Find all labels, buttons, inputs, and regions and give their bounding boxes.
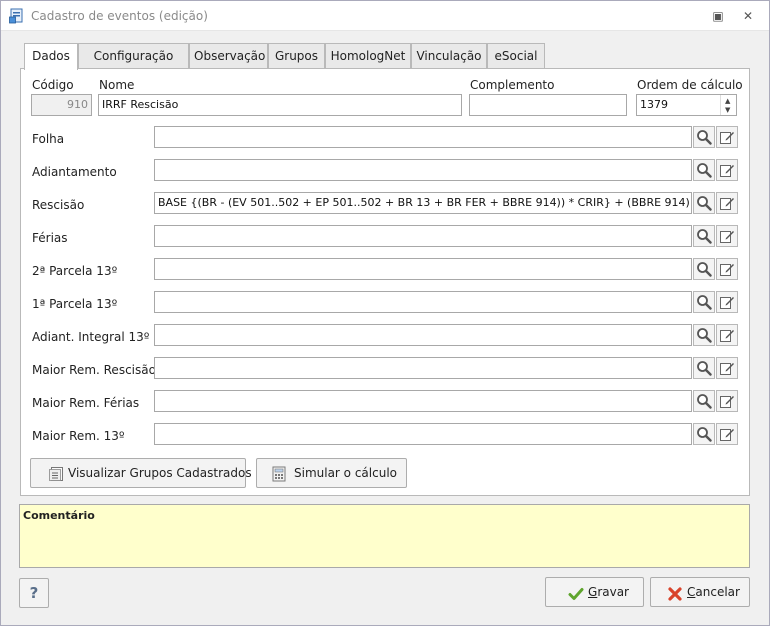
app-icon [9, 8, 23, 24]
spin-down-icon[interactable]: ▼ [725, 106, 730, 114]
tab-homolognet[interactable]: HomologNet [325, 43, 411, 69]
maior-rem-ferias-edit-icon[interactable] [716, 390, 738, 412]
comment-title: Comentário [23, 509, 95, 522]
gravar-label: Gravar [588, 585, 629, 599]
codigo-field: 910 [31, 94, 92, 116]
adiantamento-edit-icon[interactable] [716, 159, 738, 181]
rescisao-label: Rescisão [32, 198, 85, 212]
tab-dados[interactable]: Dados [24, 43, 78, 70]
simular-calculo-button[interactable]: Simular o cálculo [256, 458, 407, 488]
tab-configuracao[interactable]: Configuração [78, 43, 189, 69]
maior-rem-13-edit-icon[interactable] [716, 423, 738, 445]
cancelar-button[interactable]: Cancelar [650, 577, 750, 607]
folha-edit-icon[interactable] [716, 126, 738, 148]
adiantamento-search-icon[interactable] [693, 159, 715, 181]
title-bar: Cadastro de eventos (edição) ▣ ✕ [1, 1, 769, 31]
segunda-parcela-13-formula-input[interactable] [154, 258, 692, 280]
primeira-parcela-13-label: 1ª Parcela 13º [32, 297, 118, 311]
tab-observacao[interactable]: Observação [189, 43, 268, 69]
visualizar-grupos-button[interactable]: Visualizar Grupos Cadastrados [30, 458, 252, 488]
ordem-calculo-label: Ordem de cálculo [637, 78, 743, 92]
complemento-input[interactable] [469, 94, 627, 116]
rescisao-search-icon[interactable] [693, 192, 715, 214]
adiant-integral-13-edit-icon[interactable] [716, 324, 738, 346]
list-document-icon [49, 467, 63, 481]
adiant-integral-13-formula-input[interactable] [154, 324, 692, 346]
simular-calculo-label: Simular o cálculo [294, 466, 398, 480]
ferias-formula-input[interactable] [154, 225, 692, 247]
complemento-label: Complemento [470, 78, 555, 92]
folha-formula-input[interactable] [154, 126, 692, 148]
adiantamento-formula-input[interactable] [154, 159, 692, 181]
ordem-calculo-value: 1379 [640, 98, 668, 111]
gravar-label-rest: ravar [597, 585, 629, 599]
tab-esocial[interactable]: eSocial [487, 43, 545, 69]
segunda-parcela-13-label: 2ª Parcela 13º [32, 264, 118, 278]
check-icon [568, 588, 584, 600]
maior-rem-ferias-search-icon[interactable] [693, 390, 715, 412]
segunda-parcela-13-edit-icon[interactable] [716, 258, 738, 280]
calculator-icon [272, 466, 286, 482]
maior-rem-rescisao-search-icon[interactable] [693, 357, 715, 379]
ferias-edit-icon[interactable] [716, 225, 738, 247]
maior-rem-ferias-formula-input[interactable] [154, 390, 692, 412]
visualizar-grupos-label: Visualizar Grupos Cadastrados [68, 466, 252, 480]
folha-label: Folha [32, 132, 65, 146]
cancel-x-icon [668, 587, 682, 601]
folha-search-icon[interactable] [693, 126, 715, 148]
codigo-label: Código [32, 78, 74, 92]
ordem-calculo-stepper[interactable]: 1379 ▲ ▼ [636, 94, 737, 116]
ferias-search-icon[interactable] [693, 225, 715, 247]
gravar-button[interactable]: Gravar [545, 577, 644, 607]
segunda-parcela-13-search-icon[interactable] [693, 258, 715, 280]
comment-area[interactable]: Comentário [19, 504, 750, 568]
primeira-parcela-13-search-icon[interactable] [693, 291, 715, 313]
nome-input[interactable]: IRRF Rescisão [98, 94, 462, 116]
ferias-label: Férias [32, 231, 68, 245]
cancelar-label: Cancelar [687, 585, 740, 599]
nome-label: Nome [99, 78, 135, 92]
maior-rem-13-formula-input[interactable] [154, 423, 692, 445]
adiant-integral-13-search-icon[interactable] [693, 324, 715, 346]
adiantamento-label: Adiantamento [32, 165, 117, 179]
tab-grupos[interactable]: Grupos [268, 43, 325, 69]
maior-rem-13-search-icon[interactable] [693, 423, 715, 445]
dados-panel: Código 910 Nome IRRF Rescisão Complement… [20, 68, 750, 496]
maior-rem-rescisao-formula-input[interactable] [154, 357, 692, 379]
maior-rem-13-label: Maior Rem. 13º [32, 429, 125, 443]
maior-rem-ferias-label: Maior Rem. Férias [32, 396, 140, 410]
gravar-mnemonic: G [588, 585, 598, 599]
restore-button[interactable]: ▣ [709, 7, 727, 25]
maior-rem-rescisao-label: Maior Rem. Rescisão [32, 363, 156, 377]
primeira-parcela-13-formula-input[interactable] [154, 291, 692, 313]
event-registration-window: Cadastro de eventos (edição) ▣ ✕ Dados C… [0, 0, 770, 626]
cancelar-label-rest: ancelar [695, 585, 740, 599]
tab-vinculacao[interactable]: Vinculação [411, 43, 487, 69]
window-title: Cadastro de eventos (edição) [31, 9, 208, 23]
maior-rem-rescisao-edit-icon[interactable] [716, 357, 738, 379]
help-button[interactable]: ? [19, 578, 49, 608]
primeira-parcela-13-edit-icon[interactable] [716, 291, 738, 313]
rescisao-formula-input[interactable]: BASE {(BR - (EV 501..502 + EP 501..502 +… [154, 192, 692, 214]
spin-buttons[interactable]: ▲ ▼ [720, 95, 736, 115]
spin-up-icon[interactable]: ▲ [725, 97, 730, 105]
rescisao-edit-icon[interactable] [716, 192, 738, 214]
close-button[interactable]: ✕ [739, 7, 757, 25]
adiant-integral-13-label: Adiant. Integral 13º [32, 330, 150, 344]
